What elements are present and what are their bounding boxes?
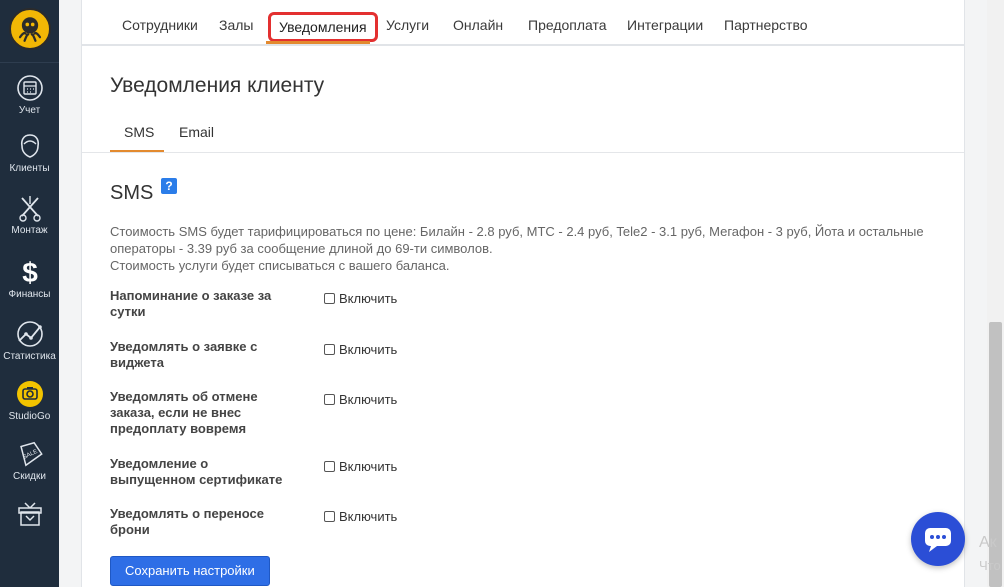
subtab-email[interactable]: Email	[179, 124, 214, 140]
checkbox-label: Включить	[339, 392, 398, 407]
tab-halls[interactable]: Залы	[219, 17, 253, 33]
client-head-icon	[20, 134, 39, 158]
checkbox-label: Включить	[339, 291, 398, 306]
sidebar-item-label: Клиенты	[9, 163, 50, 174]
setting-label-widget-request: Уведомлять о заявке с виджета	[110, 339, 258, 370]
tab-services[interactable]: Услуги	[386, 17, 429, 33]
sidebar-item-gift[interactable]	[0, 500, 59, 531]
checkbox[interactable]	[324, 394, 335, 405]
gift-box-icon	[17, 502, 42, 526]
activation-watermark-sub: Что	[979, 558, 1001, 573]
activation-watermark: Ак	[979, 534, 997, 551]
sidebar-item-discounts[interactable]: SALE Скидки	[0, 440, 59, 482]
checkbox[interactable]	[324, 511, 335, 522]
checkbox-label: Включить	[339, 342, 398, 357]
help-icon[interactable]: ?	[161, 178, 177, 194]
sidebar-item-label: Учет	[18, 105, 41, 116]
settings-tab-bar: Сотрудники Залы Уведомления Услуги Онлай…	[81, 0, 965, 45]
sidebar-item-clients[interactable]: Клиенты	[0, 132, 59, 174]
subtab-sms[interactable]: SMS	[124, 124, 154, 140]
active-tab-indicator	[266, 41, 370, 44]
chat-bubble-icon	[925, 528, 951, 552]
description-line: операторы - 3.39 руб за сообщение длиной…	[110, 241, 493, 256]
scissors-icon	[18, 196, 41, 222]
description-line: Стоимость услуги будет списываться с ваш…	[110, 258, 450, 273]
divider	[82, 152, 964, 153]
sidebar-item-uchet[interactable]: Учет	[0, 74, 59, 116]
page-title: Уведомления клиенту	[110, 74, 325, 97]
sale-tag-icon: SALE	[19, 441, 43, 467]
setting-toggle-cancel-unpaid[interactable]: Включить	[324, 392, 397, 407]
tab-integrations[interactable]: Интеграции	[627, 17, 703, 33]
checkbox[interactable]	[324, 344, 335, 355]
svg-text:SALE: SALE	[22, 449, 38, 461]
section-heading: SMS	[110, 182, 154, 204]
setting-label-reschedule: Уведомлять о переносе брони	[110, 506, 264, 537]
checkbox-label: Включить	[339, 509, 398, 524]
sidebar-item-label: StudioGo	[8, 411, 51, 422]
svg-text:$: $	[22, 258, 38, 286]
setting-toggle-widget-request[interactable]: Включить	[324, 342, 397, 357]
camera-icon	[16, 381, 43, 407]
checkbox-label: Включить	[339, 459, 398, 474]
sidebar-item-label: Монтаж	[11, 225, 48, 236]
sidebar-item-montage[interactable]: Монтаж	[0, 194, 59, 236]
sidebar-item-stats[interactable]: Статистика	[0, 320, 59, 362]
sidebar-item-label: Финансы	[8, 289, 51, 300]
tab-prepayment[interactable]: Предоплата	[528, 17, 607, 33]
pricing-description: Стоимость SMS будет тарифицироваться по …	[110, 223, 930, 274]
octopus-logo-icon[interactable]	[9, 8, 51, 50]
notifications-panel: Уведомления клиенту SMS Email SMS ? Стои…	[81, 45, 965, 587]
sidebar: Учет Клиенты Монтаж $ Финансы Статистика…	[0, 0, 59, 587]
setting-toggle-certificate[interactable]: Включить	[324, 459, 397, 474]
tab-partnership[interactable]: Партнерство	[724, 17, 808, 33]
stats-icon	[16, 321, 43, 347]
tab-notifications[interactable]: Уведомления	[268, 12, 378, 42]
description-line: Стоимость SMS будет тарифицироваться по …	[110, 224, 924, 239]
sidebar-item-label: Скидки	[13, 471, 46, 482]
setting-label-cancel-unpaid: Уведомлять об отмене заказа, если не вне…	[110, 389, 258, 436]
sidebar-item-label: Статистика	[3, 351, 56, 362]
tab-online[interactable]: Онлайн	[453, 17, 503, 33]
dollar-icon: $	[22, 258, 38, 286]
sidebar-divider	[0, 62, 59, 63]
setting-label-reminder: Напоминание о заказе за сутки	[110, 288, 272, 319]
checkbox[interactable]	[324, 461, 335, 472]
sidebar-item-finance[interactable]: $ Финансы	[0, 258, 59, 300]
sidebar-item-studiogo[interactable]: StudioGo	[0, 380, 59, 422]
tab-employees[interactable]: Сотрудники	[122, 17, 198, 33]
setting-toggle-reminder[interactable]: Включить	[324, 291, 397, 306]
chat-widget-button[interactable]	[911, 512, 965, 566]
setting-toggle-reschedule[interactable]: Включить	[324, 509, 397, 524]
save-settings-button[interactable]: Сохранить настройки	[110, 556, 270, 586]
setting-label-certificate: Уведомление о выпущенном сертификате	[110, 456, 283, 487]
calendar-icon	[16, 75, 43, 101]
checkbox[interactable]	[324, 293, 335, 304]
